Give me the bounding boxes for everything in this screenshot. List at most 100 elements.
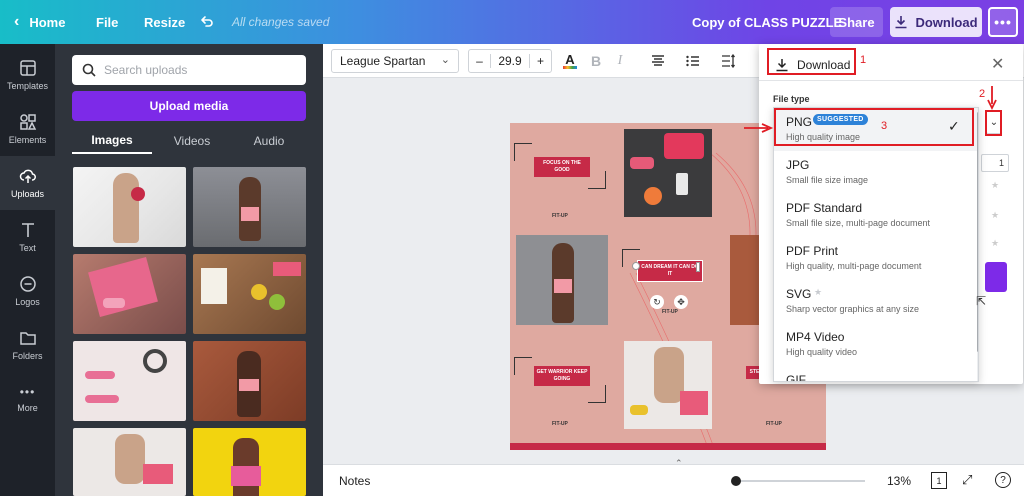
image-thumbnail[interactable]	[73, 341, 186, 421]
image-thumbnail[interactable]	[193, 254, 306, 334]
photo-woman-stretch[interactable]	[624, 341, 712, 429]
resize-menu[interactable]: Resize	[144, 0, 185, 44]
canva-editor: ‹ Home File Resize All changes saved Cop…	[0, 0, 1024, 496]
file-type-option-gif[interactable]: GIF	[774, 366, 978, 381]
file-type-option-jpg[interactable]: JPG Small file size image	[774, 151, 978, 194]
resize-handle[interactable]	[696, 262, 700, 272]
banner-dream[interactable]: CAN DREAM IT CAN DO IT	[637, 260, 703, 282]
photo-woman-weights[interactable]	[516, 235, 608, 325]
decrease-font-button[interactable]: –	[469, 54, 491, 68]
page-footer-strip	[510, 443, 826, 450]
annotation-number: 1	[860, 54, 867, 66]
move-icon[interactable]: ✥	[674, 295, 688, 309]
text-icon	[21, 223, 34, 237]
zoom-slider-handle[interactable]	[731, 476, 741, 486]
tab-videos[interactable]: Videos	[152, 128, 232, 154]
font-size-stepper[interactable]: – 29.9 +	[468, 49, 552, 73]
rail-item-logos[interactable]: Logos	[0, 264, 55, 318]
file-type-option-pdf-print[interactable]: PDF Print High quality, multi-page docum…	[774, 237, 978, 280]
spacing-icon[interactable]	[719, 52, 737, 70]
italic-icon[interactable]: I	[611, 52, 629, 70]
chevron-down-icon: ⌄	[440, 54, 450, 66]
bottom-bar: Notes ⌃ 13% 1 ⤢ ?	[323, 458, 1024, 496]
more-dots-icon: •••	[19, 385, 36, 399]
page-input[interactable]: 1	[981, 154, 1009, 172]
corner-bracket	[514, 357, 532, 375]
file-type-option-svg[interactable]: SVG ★ Sharp vector graphics at any size	[774, 280, 978, 323]
star-icon: ★	[991, 180, 1000, 190]
list-icon[interactable]	[684, 52, 702, 70]
upload-media-button[interactable]: Upload media	[72, 91, 306, 121]
annotation-arrow-icon	[987, 86, 997, 110]
close-icon[interactable]: ✕	[991, 54, 1004, 74]
align-center-icon[interactable]	[649, 52, 667, 70]
image-thumbnail[interactable]	[73, 254, 186, 334]
share-button[interactable]: Share	[830, 7, 883, 37]
elements-icon	[19, 114, 36, 130]
increase-font-button[interactable]: +	[529, 54, 551, 68]
templates-icon	[19, 60, 36, 76]
document-title[interactable]: Copy of CLASS PUZZLE	[692, 0, 842, 44]
banner-warrior[interactable]: GET WARRIOR KEEP GOING	[534, 366, 590, 386]
premium-star-icon: ★	[814, 287, 823, 297]
text-color-icon[interactable]: A	[561, 52, 579, 70]
image-thumbnail[interactable]	[73, 167, 186, 247]
rail-item-uploads[interactable]: Uploads	[0, 156, 55, 210]
cloud-upload-icon	[19, 169, 36, 183]
download-confirm-button[interactable]	[985, 262, 1007, 292]
rotate-icon[interactable]: ↻	[650, 295, 664, 309]
font-select[interactable]: League Spartan ⌄	[331, 49, 459, 73]
mouse-cursor-icon: ⇱	[976, 294, 987, 308]
search-input[interactable]	[104, 63, 294, 77]
brand-text: FIT-UP	[552, 421, 568, 427]
tab-audio[interactable]: Audio	[232, 128, 306, 154]
annotation-box	[774, 108, 974, 146]
help-icon[interactable]: ?	[995, 472, 1011, 488]
fullscreen-icon[interactable]: ⤢	[962, 472, 972, 488]
image-thumbnail[interactable]	[193, 341, 306, 421]
image-thumbnail[interactable]	[193, 167, 306, 247]
logos-icon	[19, 276, 36, 292]
rail-item-text[interactable]: Text	[0, 210, 55, 264]
image-thumbnail[interactable]	[73, 428, 186, 496]
annotation-number: 2	[979, 88, 986, 100]
notes-button[interactable]: Notes	[339, 474, 370, 488]
home-button[interactable]: ‹ Home	[14, 0, 65, 44]
rail-item-elements[interactable]: Elements	[0, 102, 55, 156]
zoom-slider[interactable]	[735, 480, 865, 482]
tab-images[interactable]: Images	[72, 128, 152, 154]
banner-focus[interactable]: FOCUS ON THE GOOD	[534, 157, 590, 177]
download-icon	[895, 16, 907, 29]
search-box[interactable]	[72, 55, 306, 85]
file-type-option-pdf-standard[interactable]: PDF Standard Small file size, multi-page…	[774, 194, 978, 237]
more-options-button[interactable]: •••	[988, 7, 1018, 37]
font-size-value[interactable]: 29.9	[491, 54, 529, 68]
rail-item-folders[interactable]: Folders	[0, 318, 55, 372]
search-icon	[82, 63, 96, 77]
image-thumbnail[interactable]	[193, 428, 306, 496]
brand-text: FIT-UP	[766, 421, 782, 427]
chevron-left-icon: ‹	[14, 13, 20, 30]
corner-bracket	[514, 143, 532, 161]
corner-bracket	[588, 385, 606, 403]
rail-item-templates[interactable]: Templates	[0, 48, 55, 102]
divider	[759, 80, 1023, 81]
file-menu[interactable]: File	[96, 0, 118, 44]
photo-fitness-gear[interactable]	[624, 129, 712, 217]
undo-icon[interactable]	[199, 0, 215, 44]
resize-handle[interactable]	[632, 262, 640, 270]
uploads-panel: Upload media Images Videos Audio	[55, 44, 323, 496]
corner-bracket	[588, 171, 606, 189]
zoom-level[interactable]: 13%	[887, 474, 911, 488]
page-count-button[interactable]: 1	[931, 472, 947, 489]
bold-icon[interactable]: B	[587, 52, 605, 70]
file-type-option-mp4[interactable]: MP4 Video High quality video	[774, 323, 978, 366]
download-button[interactable]: Download	[890, 7, 982, 37]
file-type-label: File type	[773, 94, 810, 104]
rail-item-more[interactable]: ••• More	[0, 372, 55, 426]
more-dots-icon: •••	[994, 14, 1012, 30]
chevron-up-icon[interactable]: ⌃	[675, 458, 683, 469]
scrollbar-thumb[interactable]	[977, 112, 978, 352]
annotation-arrow-icon	[744, 123, 774, 133]
star-icon: ★	[991, 238, 1000, 248]
